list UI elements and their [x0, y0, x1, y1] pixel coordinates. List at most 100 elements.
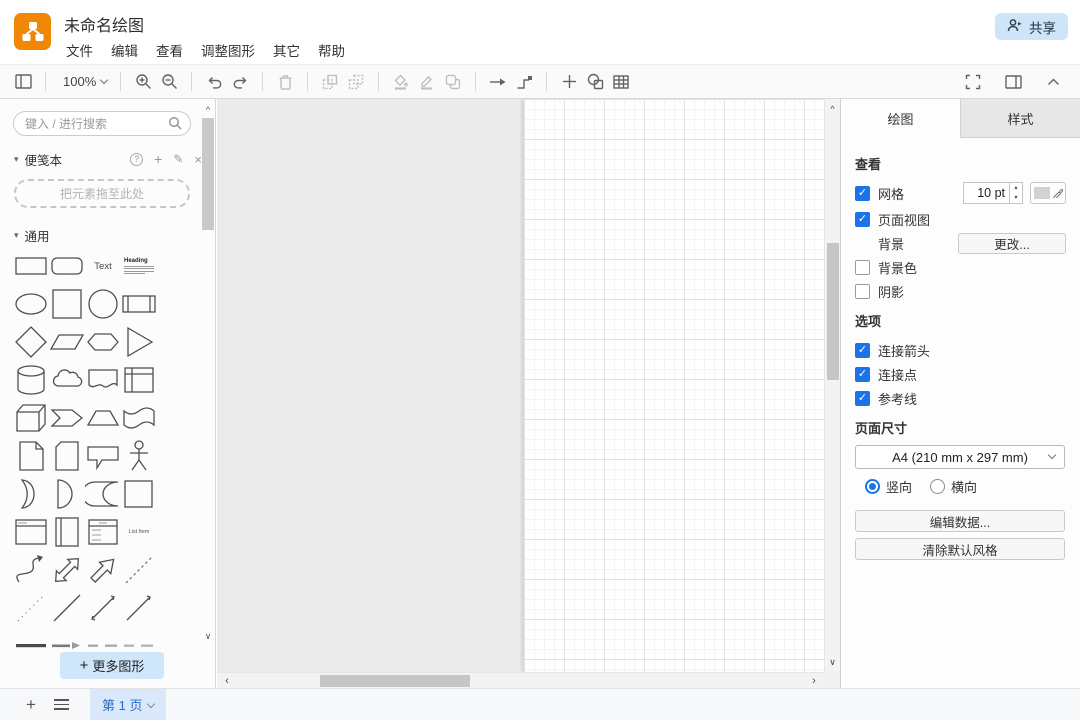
orientation-portrait-option[interactable]: 竖向 [865, 477, 912, 496]
scratchpad-help-icon[interactable]: ? [130, 153, 143, 166]
shape-list-item[interactable]: List Item [121, 513, 157, 551]
collapse-toolbar-icon[interactable] [1040, 69, 1066, 95]
edit-data-button[interactable]: 编辑数据... [855, 510, 1065, 532]
grid-color-button[interactable] [1030, 182, 1066, 204]
add-page-icon[interactable]: + [16, 695, 46, 715]
scratchpad-add-icon[interactable]: + [154, 151, 162, 167]
more-shapes-button[interactable]: + 更多图形 [60, 652, 164, 679]
shape-dotted-line[interactable] [13, 589, 49, 627]
shape-ellipse[interactable] [13, 285, 49, 323]
shape-diamond[interactable] [13, 323, 49, 361]
line-color-icon[interactable] [414, 69, 440, 95]
delete-icon[interactable] [272, 69, 298, 95]
shape-parallelogram[interactable] [49, 323, 85, 361]
shape-plain-square[interactable] [121, 475, 157, 513]
shadow-checkbox[interactable] [855, 284, 870, 299]
clear-default-style-button[interactable]: 清除默认风格 [855, 538, 1065, 560]
shape-data-storage[interactable] [85, 475, 121, 513]
menu-arrange[interactable]: 调整图形 [201, 40, 255, 60]
menu-extras[interactable]: 其它 [273, 40, 300, 60]
tab-diagram[interactable]: 绘图 [841, 99, 960, 138]
shape-step[interactable] [49, 399, 85, 437]
shape-rounded-rectangle[interactable] [49, 247, 85, 285]
shape-hexagon[interactable] [85, 323, 121, 361]
zoom-in-icon[interactable] [130, 69, 156, 95]
shape-document[interactable] [85, 361, 121, 399]
grid-checkbox[interactable]: ✓ [855, 186, 870, 201]
scroll-right-icon[interactable]: › [807, 673, 821, 688]
step-up-icon[interactable]: ▲ [1010, 183, 1022, 193]
canvas-horizontal-scrollbar[interactable]: ‹ › [217, 672, 824, 688]
shape-actor[interactable] [121, 437, 157, 475]
shape-cloud[interactable] [49, 361, 85, 399]
general-section-header[interactable]: ▾ 通用 [0, 226, 216, 244]
change-background-button[interactable]: 更改... [958, 233, 1066, 254]
shape-card[interactable] [49, 437, 85, 475]
menu-help[interactable]: 帮助 [318, 40, 345, 60]
sidebar-scrollbar[interactable]: ^ ∨ [201, 99, 215, 647]
insert-icon[interactable] [556, 69, 582, 95]
shape-arrow[interactable] [85, 551, 121, 589]
canvas-page[interactable] [523, 99, 824, 672]
shape-text[interactable]: Text [85, 247, 121, 285]
undo-icon[interactable] [201, 69, 227, 95]
shape-cube[interactable] [13, 399, 49, 437]
shape-trapezoid[interactable] [85, 399, 121, 437]
shape-directional-connector[interactable] [121, 589, 157, 627]
shape-or[interactable] [13, 475, 49, 513]
to-front-icon[interactable] [317, 69, 343, 95]
shape-line[interactable] [49, 589, 85, 627]
insert-shape-icon[interactable] [582, 69, 608, 95]
share-button[interactable]: 共享 [995, 13, 1068, 40]
scroll-down-icon[interactable]: ∨ [825, 655, 840, 669]
fullscreen-icon[interactable] [960, 69, 986, 95]
menu-view[interactable]: 查看 [156, 40, 183, 60]
shape-search-input[interactable] [13, 111, 191, 136]
scratchpad-section-header[interactable]: ▾ 便笺本 ? + ✎ × [0, 150, 216, 168]
scroll-up-icon[interactable]: ^ [201, 103, 215, 117]
connection-points-checkbox[interactable]: ✓ [855, 367, 870, 382]
waypoint-style-icon[interactable] [511, 69, 537, 95]
step-down-icon[interactable]: ▼ [1010, 193, 1022, 203]
scroll-left-icon[interactable]: ‹ [220, 673, 234, 688]
fill-color-icon[interactable] [388, 69, 414, 95]
shape-link[interactable] [13, 627, 49, 665]
menu-file[interactable]: 文件 [66, 40, 93, 60]
shape-tape[interactable] [121, 399, 157, 437]
canvas-vertical-scrollbar[interactable]: ^ ∨ [824, 99, 840, 672]
shape-and[interactable] [49, 475, 85, 513]
to-back-icon[interactable] [343, 69, 369, 95]
toggle-format-panel-icon[interactable] [1000, 69, 1026, 95]
pages-menu-icon[interactable] [46, 699, 76, 710]
shape-triangle[interactable] [121, 323, 157, 361]
horizontal-scrollbar-thumb[interactable] [320, 675, 470, 687]
grid-size-stepper[interactable]: ▲ ▼ [1009, 182, 1023, 204]
zoom-dropdown[interactable]: 100% [59, 74, 111, 89]
menu-edit[interactable]: 编辑 [111, 40, 138, 60]
shadow-icon[interactable] [440, 69, 466, 95]
redo-icon[interactable] [227, 69, 253, 95]
insert-table-icon[interactable] [608, 69, 634, 95]
page-size-select[interactable]: A4 (210 mm x 297 mm) [855, 445, 1065, 469]
shape-square[interactable] [49, 285, 85, 323]
shape-curve[interactable] [13, 551, 49, 589]
shape-internal-storage[interactable] [121, 361, 157, 399]
shape-note[interactable] [13, 437, 49, 475]
shape-cylinder[interactable] [13, 361, 49, 399]
shape-process[interactable] [121, 285, 157, 323]
shape-rectangle[interactable] [13, 247, 49, 285]
scroll-down-icon[interactable]: ∨ [201, 629, 215, 643]
shape-vertical-container[interactable] [49, 513, 85, 551]
vertical-scrollbar-thumb[interactable] [827, 243, 839, 380]
tab-style[interactable]: 样式 [960, 99, 1080, 137]
scratchpad-edit-icon[interactable]: ✎ [173, 152, 183, 166]
zoom-out-icon[interactable] [156, 69, 182, 95]
sidebar-scrollbar-thumb[interactable] [202, 118, 214, 230]
shape-circle[interactable] [85, 285, 121, 323]
landscape-radio[interactable] [930, 479, 945, 494]
page-view-checkbox[interactable]: ✓ [855, 212, 870, 227]
shape-textbox[interactable]: Heading [121, 247, 157, 285]
scroll-up-icon[interactable]: ^ [825, 102, 840, 116]
scratchpad-dropzone[interactable]: 把元素拖至此处 [14, 179, 190, 208]
grid-size-input[interactable]: 10 pt [963, 182, 1009, 204]
